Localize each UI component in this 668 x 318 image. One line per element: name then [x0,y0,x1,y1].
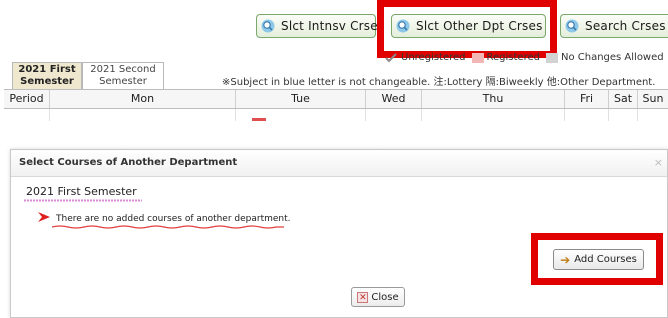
legend-no-changes: No Changes Allowed [560,52,664,63]
timetable-note: ※Subject in blue letter is not changeabl… [222,77,656,88]
header-fri: Fri [565,90,609,108]
timetable-body [4,109,668,121]
select-intensive-course-label: Slct Intnsv Crse [281,19,378,33]
select-intensive-course-button[interactable]: Slct Intnsv Crse [256,14,378,38]
page: Slct Intnsv Crse Slct Other Dpt Crses Se… [0,0,668,318]
tab-first-line1: 2021 First [18,64,76,75]
tab-2021-first-semester[interactable]: 2021 First Semester [12,62,82,89]
search-courses-button[interactable]: Search Crses [560,14,668,38]
close-label: Close [371,291,399,303]
header-thu: Thu [422,90,565,108]
tab-first-line2: Semester [20,76,74,87]
magnifier-icon [261,19,275,33]
highlight-box-other-dept [377,0,557,58]
table-cell [4,109,50,121]
header-mon: Mon [50,90,236,108]
header-sun: Sun [642,92,664,105]
table-cell [565,109,609,121]
tab-second-line2: Semester [99,76,147,87]
tab-2021-second-semester[interactable]: 2021 Second Semester [82,62,164,89]
dialog-close-icon[interactable]: × [654,150,663,176]
header-sat: Sat [609,90,638,108]
header-period: Period [4,90,50,108]
registered-course-marker [252,118,266,121]
table-cell [609,109,638,121]
legend-registered-swatch [471,52,484,63]
checkmark-icon [385,52,397,62]
table-cell [50,109,236,121]
legend-registered: Registered [486,52,540,63]
legend-no-changes-swatch [545,52,558,63]
registration-legend: Unregistered Registered No Changes Allow… [385,52,664,63]
table-cell [366,109,422,121]
search-courses-label: Search Crses [585,19,666,33]
dialog-semester-title: 2021 First Semester [26,185,137,198]
header-wed: Wed [366,90,422,108]
semester-title-underline [24,199,142,202]
dialog-title: Select Courses of Another Department [19,157,238,168]
legend-unregistered: Unregistered [401,52,466,63]
timetable-header: Period Mon Tue Wed Thu Fri Sat Sun [4,89,668,109]
tab-second-line1: 2021 Second [90,64,156,75]
no-courses-message: There are no added courses of another de… [56,214,291,224]
table-cell [422,109,565,121]
highlight-box-add-courses [531,233,663,285]
dialog-header: Select Courses of Another Department × [11,150,667,177]
close-icon: ✕ [357,291,369,303]
header-tue: Tue [236,90,366,108]
magnifier-icon [565,19,579,33]
table-cell [638,109,668,121]
warning-icon [38,212,50,222]
close-button[interactable]: ✕ Close [351,287,405,307]
message-underline [52,225,284,229]
